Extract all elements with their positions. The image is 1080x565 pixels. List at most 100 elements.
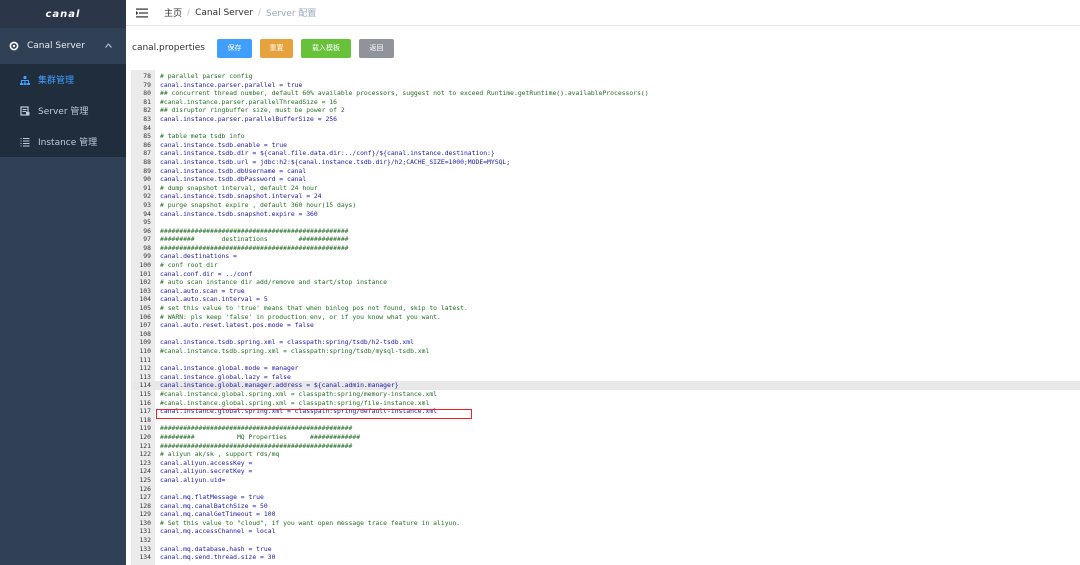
sidebar-submenu: 集群管理 Server 管理 Instance 管理 — [0, 64, 126, 157]
line-text: ######### destinations ############# — [160, 235, 349, 244]
code-lines[interactable]: 78 # parallel parser config 79 canal.instan… — [131, 72, 1080, 562]
line-text: canal.instance.tsdb.enable = true — [160, 140, 287, 149]
code-line[interactable]: 90 canal.instance.tsdb.dbPassword = canal — [131, 175, 1080, 184]
code-line[interactable]: 104 canal.auto.scan.interval = 5 — [131, 295, 1080, 304]
code-line[interactable]: 131 canal.mq.accessChannel = local — [131, 527, 1080, 536]
line-number: 90 — [143, 175, 151, 184]
code-line[interactable]: 101 canal.conf.dir = ../conf — [131, 270, 1080, 279]
code-line[interactable]: 119 #####################################… — [131, 424, 1080, 433]
code-line[interactable]: 133 canal.mq.database.hash = true — [131, 545, 1080, 554]
line-number: 134 — [139, 553, 151, 562]
code-line[interactable]: 96 ######################################… — [131, 227, 1080, 236]
code-line[interactable]: 130 # Set this value to "cloud", if you w… — [131, 519, 1080, 528]
back-button[interactable]: 返回 — [358, 38, 394, 58]
code-line[interactable]: 107 canal.auto.reset.latest.pos.mode = fa… — [131, 321, 1080, 330]
code-line[interactable]: 95 — [131, 218, 1080, 227]
line-text: #canal.instance.parser.parallelThreadSiz… — [160, 97, 337, 106]
code-line[interactable]: 103 canal.auto.scan = true — [131, 287, 1080, 296]
breadcrumb-home[interactable]: 主页 — [164, 6, 182, 19]
code-line[interactable]: 111 — [131, 356, 1080, 365]
code-line[interactable]: 94 canal.instance.tsdb.snapshot.expire = … — [131, 210, 1080, 219]
code-editor[interactable]: 78 # parallel parser config 79 canal.instan… — [131, 70, 1080, 565]
line-number: 105 — [139, 304, 151, 313]
code-line[interactable]: 80 ## concurrent thread number, default 6… — [131, 89, 1080, 98]
code-line[interactable]: 106 # WARN: pls keep 'false' in productio… — [131, 313, 1080, 322]
code-line[interactable]: 87 canal.instance.tsdb.dir = ${canal.file… — [131, 149, 1080, 158]
code-line[interactable]: 128 canal.mq.canalBatchSize = 50 — [131, 502, 1080, 511]
server-icon — [20, 105, 30, 116]
code-line[interactable]: 85 # table meta tsdb info — [131, 132, 1080, 141]
code-line[interactable]: 112 canal.instance.global.mode = manager — [131, 364, 1080, 373]
save-button[interactable]: 保存 — [216, 38, 252, 58]
line-number: 92 — [143, 192, 151, 201]
code-line[interactable]: 91 # dump snapshot interval, default 24 h… — [131, 184, 1080, 193]
line-number: 119 — [139, 424, 151, 433]
code-line[interactable]: 92 canal.instance.tsdb.snapshot.interval … — [131, 192, 1080, 201]
line-number: 86 — [143, 140, 151, 149]
code-line[interactable]: 109 canal.instance.tsdb.spring.xml = clas… — [131, 338, 1080, 347]
code-line[interactable]: 110 #canal.instance.tsdb.spring.xml = cla… — [131, 347, 1080, 356]
code-line[interactable]: 86 canal.instance.tsdb.enable = true — [131, 141, 1080, 150]
line-text: canal.instance.global.mode = manager — [160, 364, 299, 373]
line-text: canal.instance.global.lazy = false — [160, 372, 291, 381]
line-text: #canal.instance.global.spring.xml = clas… — [160, 398, 430, 407]
code-line[interactable]: 115 #canal.instance.global.spring.xml = c… — [131, 390, 1080, 399]
code-line[interactable]: 125 canal.aliyun.uid= — [131, 476, 1080, 485]
sidebar-item-server[interactable]: Server 管理 — [0, 95, 126, 126]
code-line[interactable]: 127 canal.mq.flatMessage = true — [131, 493, 1080, 502]
line-text: # conf root dir — [160, 261, 218, 270]
code-line[interactable]: 117 canal.instance.global.spring.xml = cl… — [131, 407, 1080, 416]
line-number: 94 — [143, 209, 151, 218]
chevron-up-icon — [105, 42, 112, 50]
code-line[interactable]: 121 #####################################… — [131, 442, 1080, 451]
code-line[interactable]: 89 canal.instance.tsdb.dbUsername = canal — [131, 167, 1080, 176]
code-line[interactable]: 126 — [131, 485, 1080, 494]
code-line[interactable]: 114 canal.instance.global.manager.address… — [131, 381, 1080, 390]
line-number: 81 — [143, 97, 151, 106]
line-text: # WARN: pls keep 'false' in production e… — [160, 312, 441, 321]
line-number: 85 — [143, 132, 151, 141]
code-line[interactable]: 100 # conf root dir — [131, 261, 1080, 270]
line-number: 129 — [139, 510, 151, 519]
code-line[interactable]: 97 ######### destinations ############# — [131, 235, 1080, 244]
code-line[interactable]: 88 canal.instance.tsdb.url = jdbc:h2:${ca… — [131, 158, 1080, 167]
breadcrumb-canal-server[interactable]: Canal Server — [195, 8, 253, 18]
code-line[interactable]: 118 — [131, 416, 1080, 425]
code-line[interactable]: 123 canal.aliyun.accessKey = — [131, 459, 1080, 468]
line-text: #canal.instance.global.spring.xml = clas… — [160, 389, 438, 398]
code-line[interactable]: 116 #canal.instance.global.spring.xml = c… — [131, 399, 1080, 408]
code-line[interactable]: 99 canal.destinations = — [131, 252, 1080, 261]
code-line[interactable]: 129 canal.mq.canalGetTimeout = 100 — [131, 510, 1080, 519]
header: 主页 / Canal Server / Server 配置 — [126, 0, 1080, 26]
code-line[interactable]: 113 canal.instance.global.lazy = false — [131, 373, 1080, 382]
code-line[interactable]: 84 — [131, 124, 1080, 133]
breadcrumb-separator: / — [187, 7, 191, 18]
code-line[interactable]: 132 — [131, 536, 1080, 545]
sidebar-item-instance[interactable]: Instance 管理 — [0, 126, 126, 157]
logo[interactable]: canal — [0, 0, 126, 28]
code-line[interactable]: 122 # aliyun ak/sk , support rds/mq — [131, 450, 1080, 459]
code-line[interactable]: 93 # purge snapshot expire , default 360 … — [131, 201, 1080, 210]
line-text: ########################################… — [160, 424, 353, 433]
line-text: # parallel parser config — [160, 72, 253, 80]
hamburger-icon[interactable] — [136, 8, 150, 18]
sidebar-menu-canal-server[interactable]: Canal Server — [0, 28, 126, 64]
line-number: 91 — [143, 183, 151, 192]
code-line[interactable]: 108 — [131, 330, 1080, 339]
reset-button[interactable]: 重置 — [259, 38, 293, 58]
code-line[interactable]: 102 # auto scan instance dir add/remove a… — [131, 278, 1080, 287]
load-template-button[interactable]: 载入模板 — [300, 38, 351, 58]
line-text: ########################################… — [160, 243, 349, 252]
code-line[interactable]: 124 canal.aliyun.secretKey = — [131, 467, 1080, 476]
code-line[interactable]: 134 canal.mq.send.thread.size = 30 — [131, 553, 1080, 562]
code-line[interactable]: 83 canal.instance.parser.parallelBufferSi… — [131, 115, 1080, 124]
code-line[interactable]: 98 ######################################… — [131, 244, 1080, 253]
code-line[interactable]: 79 canal.instance.parser.parallel = true — [131, 81, 1080, 90]
sidebar-item-cluster[interactable]: 集群管理 — [0, 64, 126, 95]
code-line[interactable]: 81 #canal.instance.parser.parallelThreadS… — [131, 98, 1080, 107]
code-line[interactable]: 82 ## disruptor ringbuffer size, must be … — [131, 106, 1080, 115]
code-line[interactable]: 78 # parallel parser config — [131, 72, 1080, 81]
code-line[interactable]: 105 # set this value to 'true' means that… — [131, 304, 1080, 313]
code-line[interactable]: 120 ######### MQ Properties ############# — [131, 433, 1080, 442]
line-text: canal.mq.canalGetTimeout = 100 — [160, 510, 276, 519]
